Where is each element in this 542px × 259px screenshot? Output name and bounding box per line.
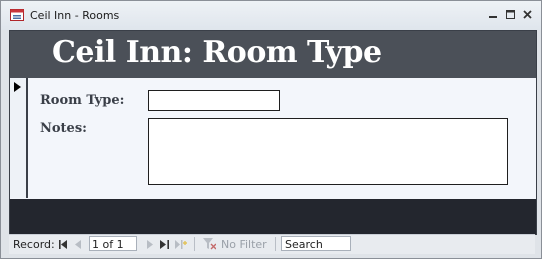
current-record-field[interactable]: 1 of 1 xyxy=(89,236,137,251)
nav-separator xyxy=(194,237,195,251)
last-record-icon[interactable] xyxy=(160,239,169,252)
nav-separator xyxy=(275,237,276,251)
close-icon[interactable] xyxy=(522,9,533,20)
first-record-icon[interactable] xyxy=(59,239,68,252)
room-type-field[interactable] xyxy=(148,90,280,111)
new-record-icon[interactable] xyxy=(175,239,187,252)
form-header: Ceil Inn: Room Type xyxy=(10,31,536,78)
form-body: Ceil Inn: Room Type Room Type: Notes: xyxy=(9,30,537,235)
search-input[interactable]: Search xyxy=(281,236,351,251)
access-form-icon xyxy=(10,9,24,21)
notes-field[interactable] xyxy=(148,118,508,185)
minimize-icon[interactable] xyxy=(488,9,499,20)
record-label: Record: xyxy=(13,238,55,251)
filter-status[interactable]: No Filter xyxy=(221,238,267,251)
window-title: Ceil Inn - Rooms xyxy=(30,9,120,22)
restore-icon[interactable] xyxy=(505,9,516,20)
form-footer xyxy=(10,199,536,234)
record-navigation-bar: Record: 1 of 1 No Filter Search xyxy=(9,234,535,254)
title-bar[interactable]: Ceil Inn - Rooms xyxy=(1,1,541,30)
form-window: Ceil Inn - Rooms Ceil Inn: Room Type Roo… xyxy=(0,0,542,259)
previous-record-icon[interactable] xyxy=(75,239,82,252)
notes-label: Notes: xyxy=(40,121,87,136)
record-selector[interactable] xyxy=(10,78,28,198)
next-record-icon[interactable] xyxy=(146,239,153,252)
form-detail: Room Type: Notes: xyxy=(28,78,536,198)
room-type-label: Room Type: xyxy=(40,93,125,108)
filter-icon xyxy=(203,238,217,253)
current-record-icon xyxy=(14,82,21,92)
form-header-title: Ceil Inn: Room Type xyxy=(52,35,382,70)
